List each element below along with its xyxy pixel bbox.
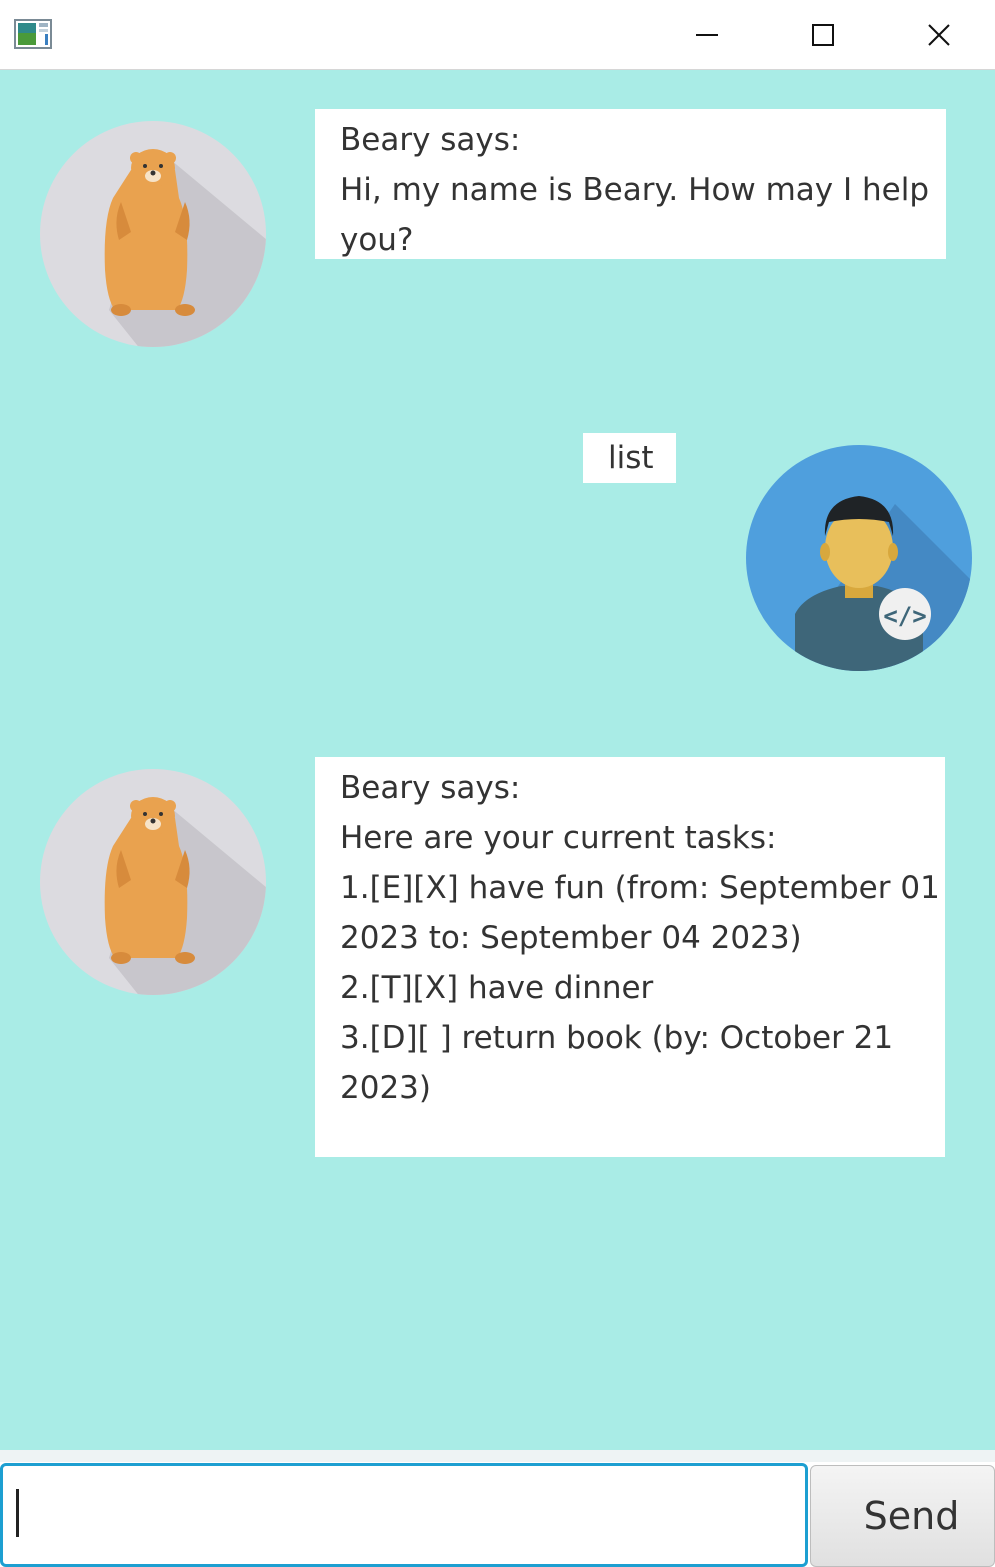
- message-line: Beary says:: [340, 122, 521, 158]
- user-avatar-icon: </>: [746, 445, 972, 671]
- maximize-icon: [812, 23, 834, 46]
- bear-avatar-icon: [40, 769, 266, 995]
- svg-text:</>: </>: [883, 602, 926, 630]
- minimize-button[interactable]: [649, 0, 765, 69]
- user-message-bubble: list: [583, 433, 676, 483]
- title-bar: [0, 0, 995, 70]
- message-line: you?: [340, 222, 414, 258]
- message-line: 2.[T][X] have dinner: [340, 970, 654, 1006]
- bear-avatar-icon: [40, 121, 266, 347]
- app-icon: [14, 19, 52, 49]
- dialog-container[interactable]: Beary says: Hi, my name is Beary. How ma…: [0, 70, 995, 1450]
- message-line: 3.[D][ ] return book (by: October 21: [340, 1020, 894, 1056]
- message-input[interactable]: [0, 1463, 808, 1567]
- bot-message-bubble: Beary says: Hi, my name is Beary. How ma…: [315, 109, 946, 259]
- message-line: list: [608, 440, 654, 476]
- scrollbar-track[interactable]: [0, 1450, 995, 1462]
- message-line: Here are your current tasks:: [340, 820, 777, 856]
- message-line: 1.[E][X] have fun (from: September 01: [340, 870, 940, 906]
- message-line: Beary says:: [340, 770, 521, 806]
- maximize-button[interactable]: [765, 0, 881, 69]
- minimize-icon: [696, 33, 718, 36]
- message-line: 2023): [340, 1070, 431, 1106]
- message-line: 2023 to: September 04 2023): [340, 920, 802, 956]
- send-button[interactable]: Send: [810, 1465, 995, 1567]
- bot-message-bubble: Beary says: Here are your current tasks:…: [315, 757, 945, 1157]
- close-button[interactable]: [881, 0, 995, 69]
- message-line: Hi, my name is Beary. How may I help: [340, 172, 930, 208]
- app-window: Beary says: Hi, my name is Beary. How ma…: [0, 0, 995, 1567]
- text-caret: [16, 1489, 19, 1537]
- close-icon: [928, 23, 950, 46]
